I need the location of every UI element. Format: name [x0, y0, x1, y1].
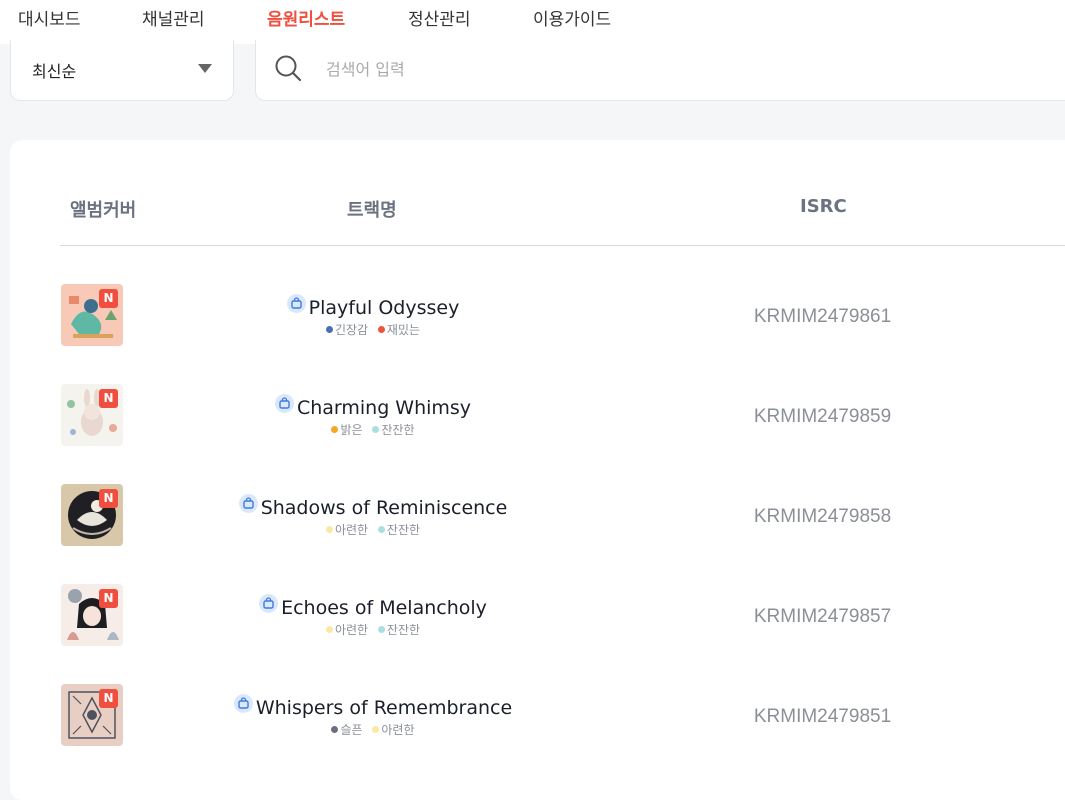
new-badge: N [99, 489, 118, 508]
mood-tags: 긴장감 재밌는 [200, 321, 546, 338]
header-divider [60, 245, 1065, 246]
track-cell: Playful Odyssey 긴장감 재밌는 [200, 294, 546, 338]
shopping-bag-icon [233, 694, 253, 713]
track-title[interactable]: Shadows of Reminiscence [261, 497, 508, 519]
track-cell: Charming Whimsy 밝은 잔잔한 [200, 394, 546, 438]
pattern-illustration-cover[interactable]: N [61, 684, 123, 746]
mood-tags: 슬픈 아련한 [200, 721, 546, 738]
shopping-bag-icon [274, 394, 294, 413]
tab-settlement[interactable]: 정산관리 [408, 0, 471, 44]
track-title[interactable]: Whispers of Remembrance [256, 697, 512, 719]
girl-illustration-cover[interactable]: N [61, 584, 123, 646]
isrc-code: KRMIM2479859 [753, 406, 892, 427]
search-input[interactable] [324, 54, 928, 84]
mood-tags: 아련한 잔잔한 [200, 521, 546, 538]
mood-tag: 잔잔한 [377, 523, 420, 537]
mood-tag: 아련한 [372, 723, 415, 737]
tab-dashboard[interactable]: 대시보드 [18, 0, 81, 44]
mood-tags: 아련한 잔잔한 [200, 621, 546, 638]
shopping-bag-icon [238, 494, 258, 513]
track-cell: Echoes of Melancholy 아련한 잔잔한 [200, 594, 546, 638]
column-header-track: 트랙명 [347, 200, 397, 221]
mood-tag: 잔잔한 [377, 623, 420, 637]
dragon-illustration-cover[interactable]: N [61, 284, 123, 346]
top-navigation: 대시보드 채널관리 음원리스트 정산관리 이용가이드 [0, 0, 1065, 44]
table-row[interactable]: N Shadows of Reminiscence 아련한 잔잔한 KRMIM2… [0, 465, 1065, 565]
moon-illustration-cover[interactable]: N [61, 484, 123, 546]
sort-dropdown[interactable]: 최신순 [10, 40, 234, 101]
mood-tag: 아련한 [325, 623, 368, 637]
tab-music-list[interactable]: 음원리스트 [267, 0, 345, 44]
tab-channel-management[interactable]: 채널관리 [142, 0, 205, 44]
track-title[interactable]: Playful Odyssey [309, 297, 460, 319]
tab-usage-guide[interactable]: 이용가이드 [533, 0, 611, 44]
column-header-cover: 앨범커버 [70, 200, 137, 221]
mood-tag: 밝은 [331, 423, 363, 437]
caret-down-icon [198, 64, 212, 73]
track-cell: Whispers of Remembrance 슬픈 아련한 [200, 694, 546, 738]
new-badge: N [99, 589, 118, 608]
track-cell: Shadows of Reminiscence 아련한 잔잔한 [200, 494, 546, 538]
mood-tag: 잔잔한 [372, 423, 415, 437]
sort-dropdown-value: 최신순 [32, 62, 77, 81]
search-icon[interactable] [274, 54, 302, 82]
track-title[interactable]: Charming Whimsy [297, 397, 471, 419]
mood-tag: 슬픈 [331, 723, 363, 737]
mood-tags: 밝은 잔잔한 [200, 421, 546, 438]
track-title[interactable]: Echoes of Melancholy [281, 597, 487, 619]
mood-tag: 재밌는 [377, 323, 420, 337]
shopping-bag-icon [286, 294, 306, 313]
isrc-code: KRMIM2479857 [753, 606, 892, 627]
isrc-code: KRMIM2479861 [753, 306, 892, 327]
table-row[interactable]: N Playful Odyssey 긴장감 재밌는 KRMIM2479861 [0, 265, 1065, 365]
shopping-bag-icon [259, 594, 279, 613]
new-badge: N [99, 389, 118, 408]
table-row[interactable]: N Echoes of Melancholy 아련한 잔잔한 KRMIM2479… [0, 565, 1065, 665]
rabbit-illustration-cover[interactable]: N [61, 384, 123, 446]
column-header-isrc: ISRC [800, 196, 847, 217]
table-row[interactable]: N Whispers of Remembrance 슬픈 아련한 KRMIM24… [0, 665, 1065, 765]
isrc-code: KRMIM2479851 [753, 706, 892, 727]
mood-tag: 아련한 [325, 523, 368, 537]
mood-tag: 긴장감 [325, 323, 368, 337]
new-badge: N [99, 689, 118, 708]
isrc-code: KRMIM2479858 [753, 506, 892, 527]
search-bar [255, 40, 1065, 101]
new-badge: N [99, 289, 118, 308]
table-row[interactable]: N Charming Whimsy 밝은 잔잔한 KRMIM2479859 [0, 365, 1065, 465]
